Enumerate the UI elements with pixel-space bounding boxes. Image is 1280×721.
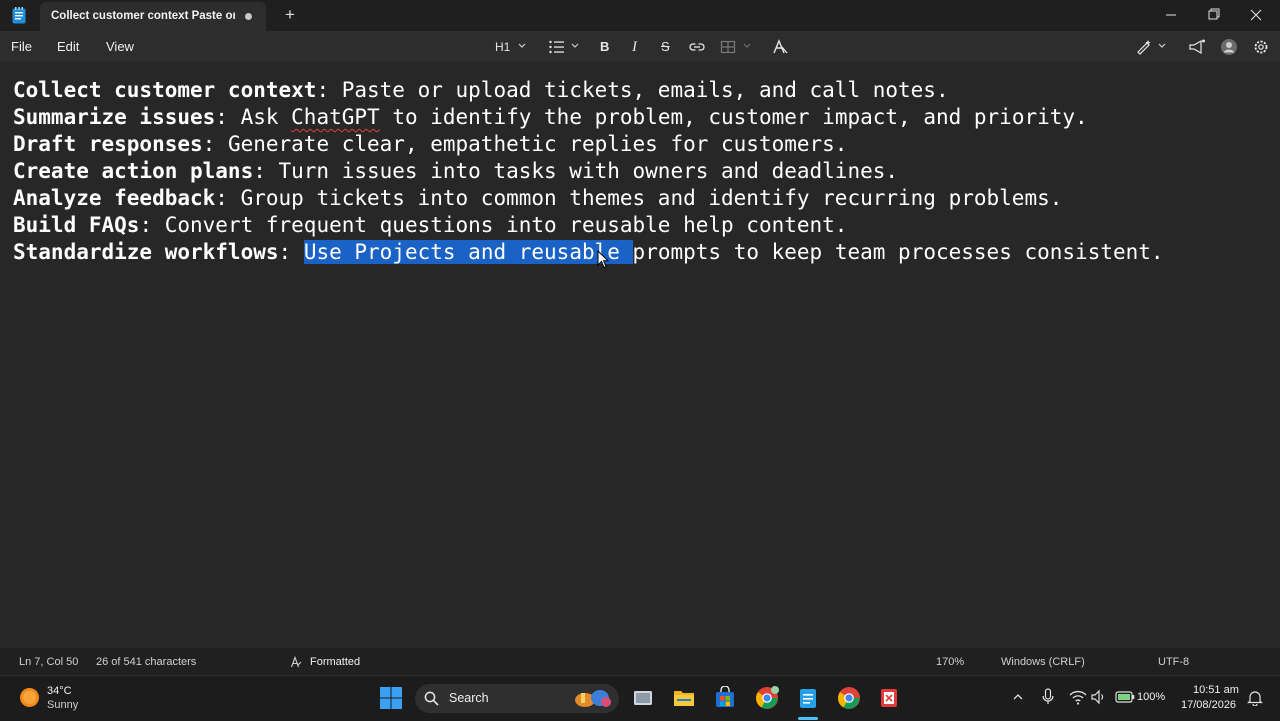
chevron-down-icon[interactable]: [1158, 43, 1166, 49]
line-text: : Convert frequent questions into reusab…: [139, 213, 848, 237]
taskbar-search[interactable]: Search: [415, 684, 619, 713]
taskbar: 34°C Sunny Search 100% 10:51 am 17/08/20…: [0, 675, 1280, 721]
line-heading: Summarize issues: [13, 105, 216, 129]
battery-percentage[interactable]: 100%: [1137, 691, 1165, 703]
line-text: : Ask: [215, 105, 292, 129]
line-text: to identify the problem, customer impact…: [379, 105, 1088, 129]
clock-date[interactable]: 17/08/2026: [1181, 699, 1236, 711]
unsaved-dot-icon[interactable]: [245, 13, 252, 20]
strikethrough-button[interactable]: S: [661, 38, 670, 56]
doc-line-3[interactable]: Draft responses: Generate clear, empathe…: [13, 131, 847, 158]
line-text: :: [278, 240, 304, 264]
cursor-position[interactable]: Ln 7, Col 50: [19, 656, 78, 668]
settings-gear-icon[interactable]: [1252, 38, 1270, 56]
character-count: 26 of 541 characters: [96, 656, 197, 668]
formatting-icon[interactable]: [290, 656, 302, 668]
volume-icon[interactable]: [1091, 689, 1107, 705]
tab-title: Collect customer context Paste or u: [51, 10, 235, 22]
zoom-level[interactable]: 170%: [936, 656, 964, 668]
weather-description[interactable]: Sunny: [47, 699, 78, 711]
notepad-app-icon: [12, 7, 26, 24]
encoding[interactable]: UTF-8: [1158, 656, 1189, 668]
doc-line-7[interactable]: Standardize workflows: Use Projects and …: [13, 239, 1164, 266]
line-text: : Group tickets into common themes and i…: [215, 186, 1063, 210]
clear-formatting-icon[interactable]: [771, 38, 789, 56]
selected-text[interactable]: Use Projects and reusable: [303, 240, 633, 264]
chrome-profile-icon[interactable]: [755, 686, 779, 710]
line-text: : Turn issues into tasks with owners and…: [253, 159, 899, 183]
line-heading: Collect customer context: [13, 78, 317, 102]
line-text: : Paste or upload tickets, emails, and c…: [316, 78, 949, 102]
document-editor[interactable]: Collect customer context: Paste or uploa…: [0, 62, 1280, 648]
weather-temperature[interactable]: 34°C: [47, 685, 72, 697]
line-heading: Create action plans: [13, 159, 254, 183]
line-heading: Analyze feedback: [13, 186, 216, 210]
list-icon[interactable]: [548, 38, 566, 56]
copilot-pen-icon[interactable]: [1135, 38, 1153, 56]
notification-bell-icon[interactable]: [1247, 690, 1263, 706]
account-avatar-icon[interactable]: [1220, 38, 1238, 56]
microphone-icon[interactable]: [1041, 688, 1055, 706]
search-icon: [424, 691, 439, 706]
status-bar: Ln 7, Col 50 26 of 541 characters Format…: [0, 648, 1280, 675]
heading-dropdown[interactable]: H1: [495, 38, 510, 56]
sun-icon[interactable]: [19, 687, 40, 708]
italic-button[interactable]: I: [632, 38, 637, 56]
document-tab[interactable]: Collect customer context Paste or u: [40, 2, 266, 31]
close-icon[interactable]: [1244, 4, 1268, 26]
formatting-mode[interactable]: Formatted: [310, 656, 360, 668]
doc-line-5[interactable]: Analyze feedback: Group tickets into com…: [13, 185, 1062, 212]
link-icon[interactable]: [688, 38, 706, 56]
menu-view[interactable]: View: [106, 39, 134, 54]
microsoft-store-icon[interactable]: [713, 686, 737, 710]
search-highlight-icon: [575, 690, 611, 707]
chevron-down-icon[interactable]: [571, 43, 579, 49]
wifi-icon[interactable]: [1069, 689, 1087, 705]
new-tab-button[interactable]: +: [280, 5, 300, 25]
task-view-icon[interactable]: [631, 686, 655, 710]
announcement-icon[interactable]: [1188, 38, 1206, 56]
clock-time[interactable]: 10:51 am: [1193, 684, 1239, 696]
chevron-down-icon[interactable]: [743, 43, 751, 49]
search-label: Search: [449, 691, 489, 705]
minimize-icon[interactable]: [1159, 4, 1183, 26]
line-ending[interactable]: Windows (CRLF): [1001, 656, 1085, 668]
bold-button[interactable]: B: [600, 38, 609, 56]
battery-icon[interactable]: [1115, 690, 1135, 704]
windows-start-icon[interactable]: [379, 686, 403, 710]
line-text: : Generate clear, empathetic replies for…: [202, 132, 848, 156]
doc-line-4[interactable]: Create action plans: Turn issues into ta…: [13, 158, 898, 185]
file-explorer-icon[interactable]: [672, 686, 696, 710]
line-heading: Draft responses: [13, 132, 203, 156]
menu-file[interactable]: File: [11, 39, 32, 54]
menu-bar: File Edit View H1 B I S: [0, 31, 1280, 62]
doc-line-6[interactable]: Build FAQs: Convert frequent questions i…: [13, 212, 847, 239]
snipping-tool-icon[interactable]: [878, 686, 902, 710]
line-text: prompts to keep team processes consisten…: [632, 240, 1164, 264]
chevron-down-icon[interactable]: [518, 43, 526, 49]
line-heading: Build FAQs: [13, 213, 140, 237]
doc-line-1[interactable]: Collect customer context: Paste or uploa…: [13, 77, 949, 104]
doc-line-2[interactable]: Summarize issues: Ask ChatGPT to identif…: [13, 104, 1088, 131]
chevron-up-icon[interactable]: [1012, 691, 1024, 703]
title-bar: Collect customer context Paste or u +: [0, 0, 1280, 31]
spelling-error-word[interactable]: ChatGPT: [291, 105, 380, 129]
chrome-icon[interactable]: [837, 686, 861, 710]
menu-edit[interactable]: Edit: [57, 39, 79, 54]
table-icon[interactable]: [720, 38, 736, 56]
line-heading: Standardize workflows: [13, 240, 279, 264]
notepad-taskbar-icon[interactable]: [796, 686, 820, 710]
mouse-cursor-icon: [597, 250, 609, 269]
restore-icon[interactable]: [1201, 4, 1225, 26]
